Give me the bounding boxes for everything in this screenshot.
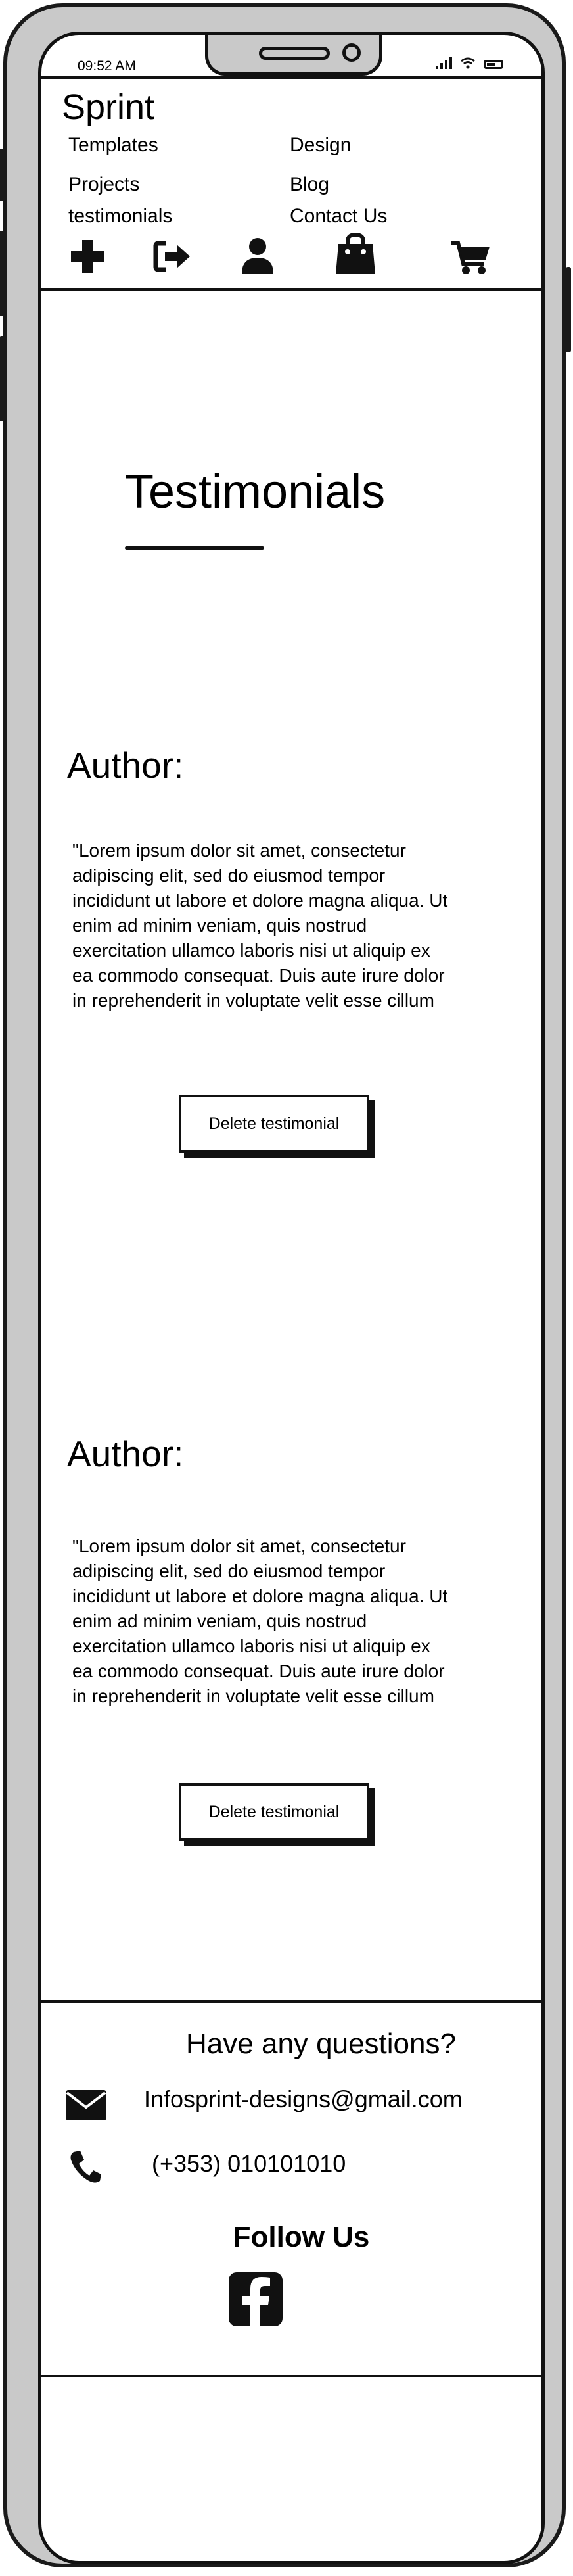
testimonial-line: incididunt ut labore et dolore magna ali… [72, 890, 448, 911]
phone-screen: 09:52 AM Sprint Templates Design Project… [38, 32, 545, 2564]
nav-templates[interactable]: Templates [68, 134, 158, 156]
shopping-bag-icon[interactable] [334, 232, 377, 275]
envelope-icon [66, 2090, 106, 2120]
email-link[interactable]: Infosprint-designs@gmail.com [144, 2086, 463, 2113]
nav-projects[interactable]: Projects [68, 174, 139, 196]
testimonial-line: incididunt ut labore et dolore magna ali… [72, 1586, 448, 1606]
testimonial-line: exercitation ullamco laboris nisi ut ali… [72, 1636, 430, 1656]
status-divider [41, 76, 541, 79]
testimonial-line: ea commodo consequat. Duis aute irure do… [72, 965, 445, 986]
phone-number[interactable]: (+353) 010101010 [152, 2150, 346, 2178]
testimonial-line: adipiscing elit, sed do eiusmod tempor [72, 865, 386, 886]
testimonial-text: "Lorem ipsum dolor sit amet, consectetur… [72, 838, 513, 1013]
nav-design[interactable]: Design [290, 134, 351, 156]
page-title: Testimonials [125, 465, 386, 518]
nav-blog[interactable]: Blog [290, 174, 329, 196]
phone-frame: 09:52 AM Sprint Templates Design Project… [0, 3, 571, 2567]
delete-testimonial-button[interactable]: Delete testimonial [179, 1095, 369, 1153]
testimonial-line: in reprehenderit in voluptate velit esse… [72, 1686, 434, 1706]
sign-in-icon[interactable] [153, 241, 193, 272]
author-label: Author: [67, 1433, 184, 1474]
user-icon[interactable] [241, 237, 275, 275]
footer-bottom-divider [41, 2375, 541, 2377]
speaker [259, 47, 330, 60]
footer-divider [41, 2000, 541, 2003]
plus-icon[interactable] [70, 239, 105, 274]
testimonial-line: "Lorem ipsum dolor sit amet, consectetur [72, 1536, 406, 1556]
author-label: Author: [67, 745, 184, 786]
testimonial-text: "Lorem ipsum dolor sit amet, consectetur… [72, 1534, 513, 1709]
testimonial-line: exercitation ullamco laboris nisi ut ali… [72, 940, 430, 961]
testimonial-line: ea commodo consequat. Duis aute irure do… [72, 1661, 445, 1681]
facebook-icon[interactable] [229, 2272, 283, 2326]
testimonial-line: in reprehenderit in voluptate velit esse… [72, 990, 434, 1011]
testimonial-line: "Lorem ipsum dolor sit amet, consectetur [72, 840, 406, 861]
volume-down-button [0, 336, 5, 421]
phone-icon [70, 2151, 101, 2183]
signal-icon [436, 57, 452, 69]
follow-us-heading: Follow Us [233, 2221, 370, 2253]
battery-icon [484, 60, 503, 69]
title-underline [125, 546, 264, 550]
delete-testimonial-button[interactable]: Delete testimonial [179, 1783, 369, 1841]
wifi-icon [461, 57, 475, 69]
brand-logo[interactable]: Sprint [62, 87, 154, 128]
power-button [566, 267, 571, 352]
status-time: 09:52 AM [78, 59, 136, 74]
volume-up-button [0, 231, 5, 316]
nav-testimonials[interactable]: testimonials [68, 205, 172, 227]
front-camera [342, 43, 361, 62]
side-button [0, 149, 5, 201]
shopping-cart-icon[interactable] [450, 240, 491, 275]
nav-contact[interactable]: Contact Us [290, 205, 387, 227]
status-icons [436, 57, 503, 69]
testimonial-line: enim ad minim veniam, quis nostrud [72, 915, 367, 936]
testimonial-line: enim ad minim veniam, quis nostrud [72, 1611, 367, 1631]
nav-divider [41, 288, 541, 291]
notch [205, 35, 382, 76]
footer-heading: Have any questions? [186, 2028, 456, 2060]
testimonial-line: adipiscing elit, sed do eiusmod tempor [72, 1561, 386, 1581]
